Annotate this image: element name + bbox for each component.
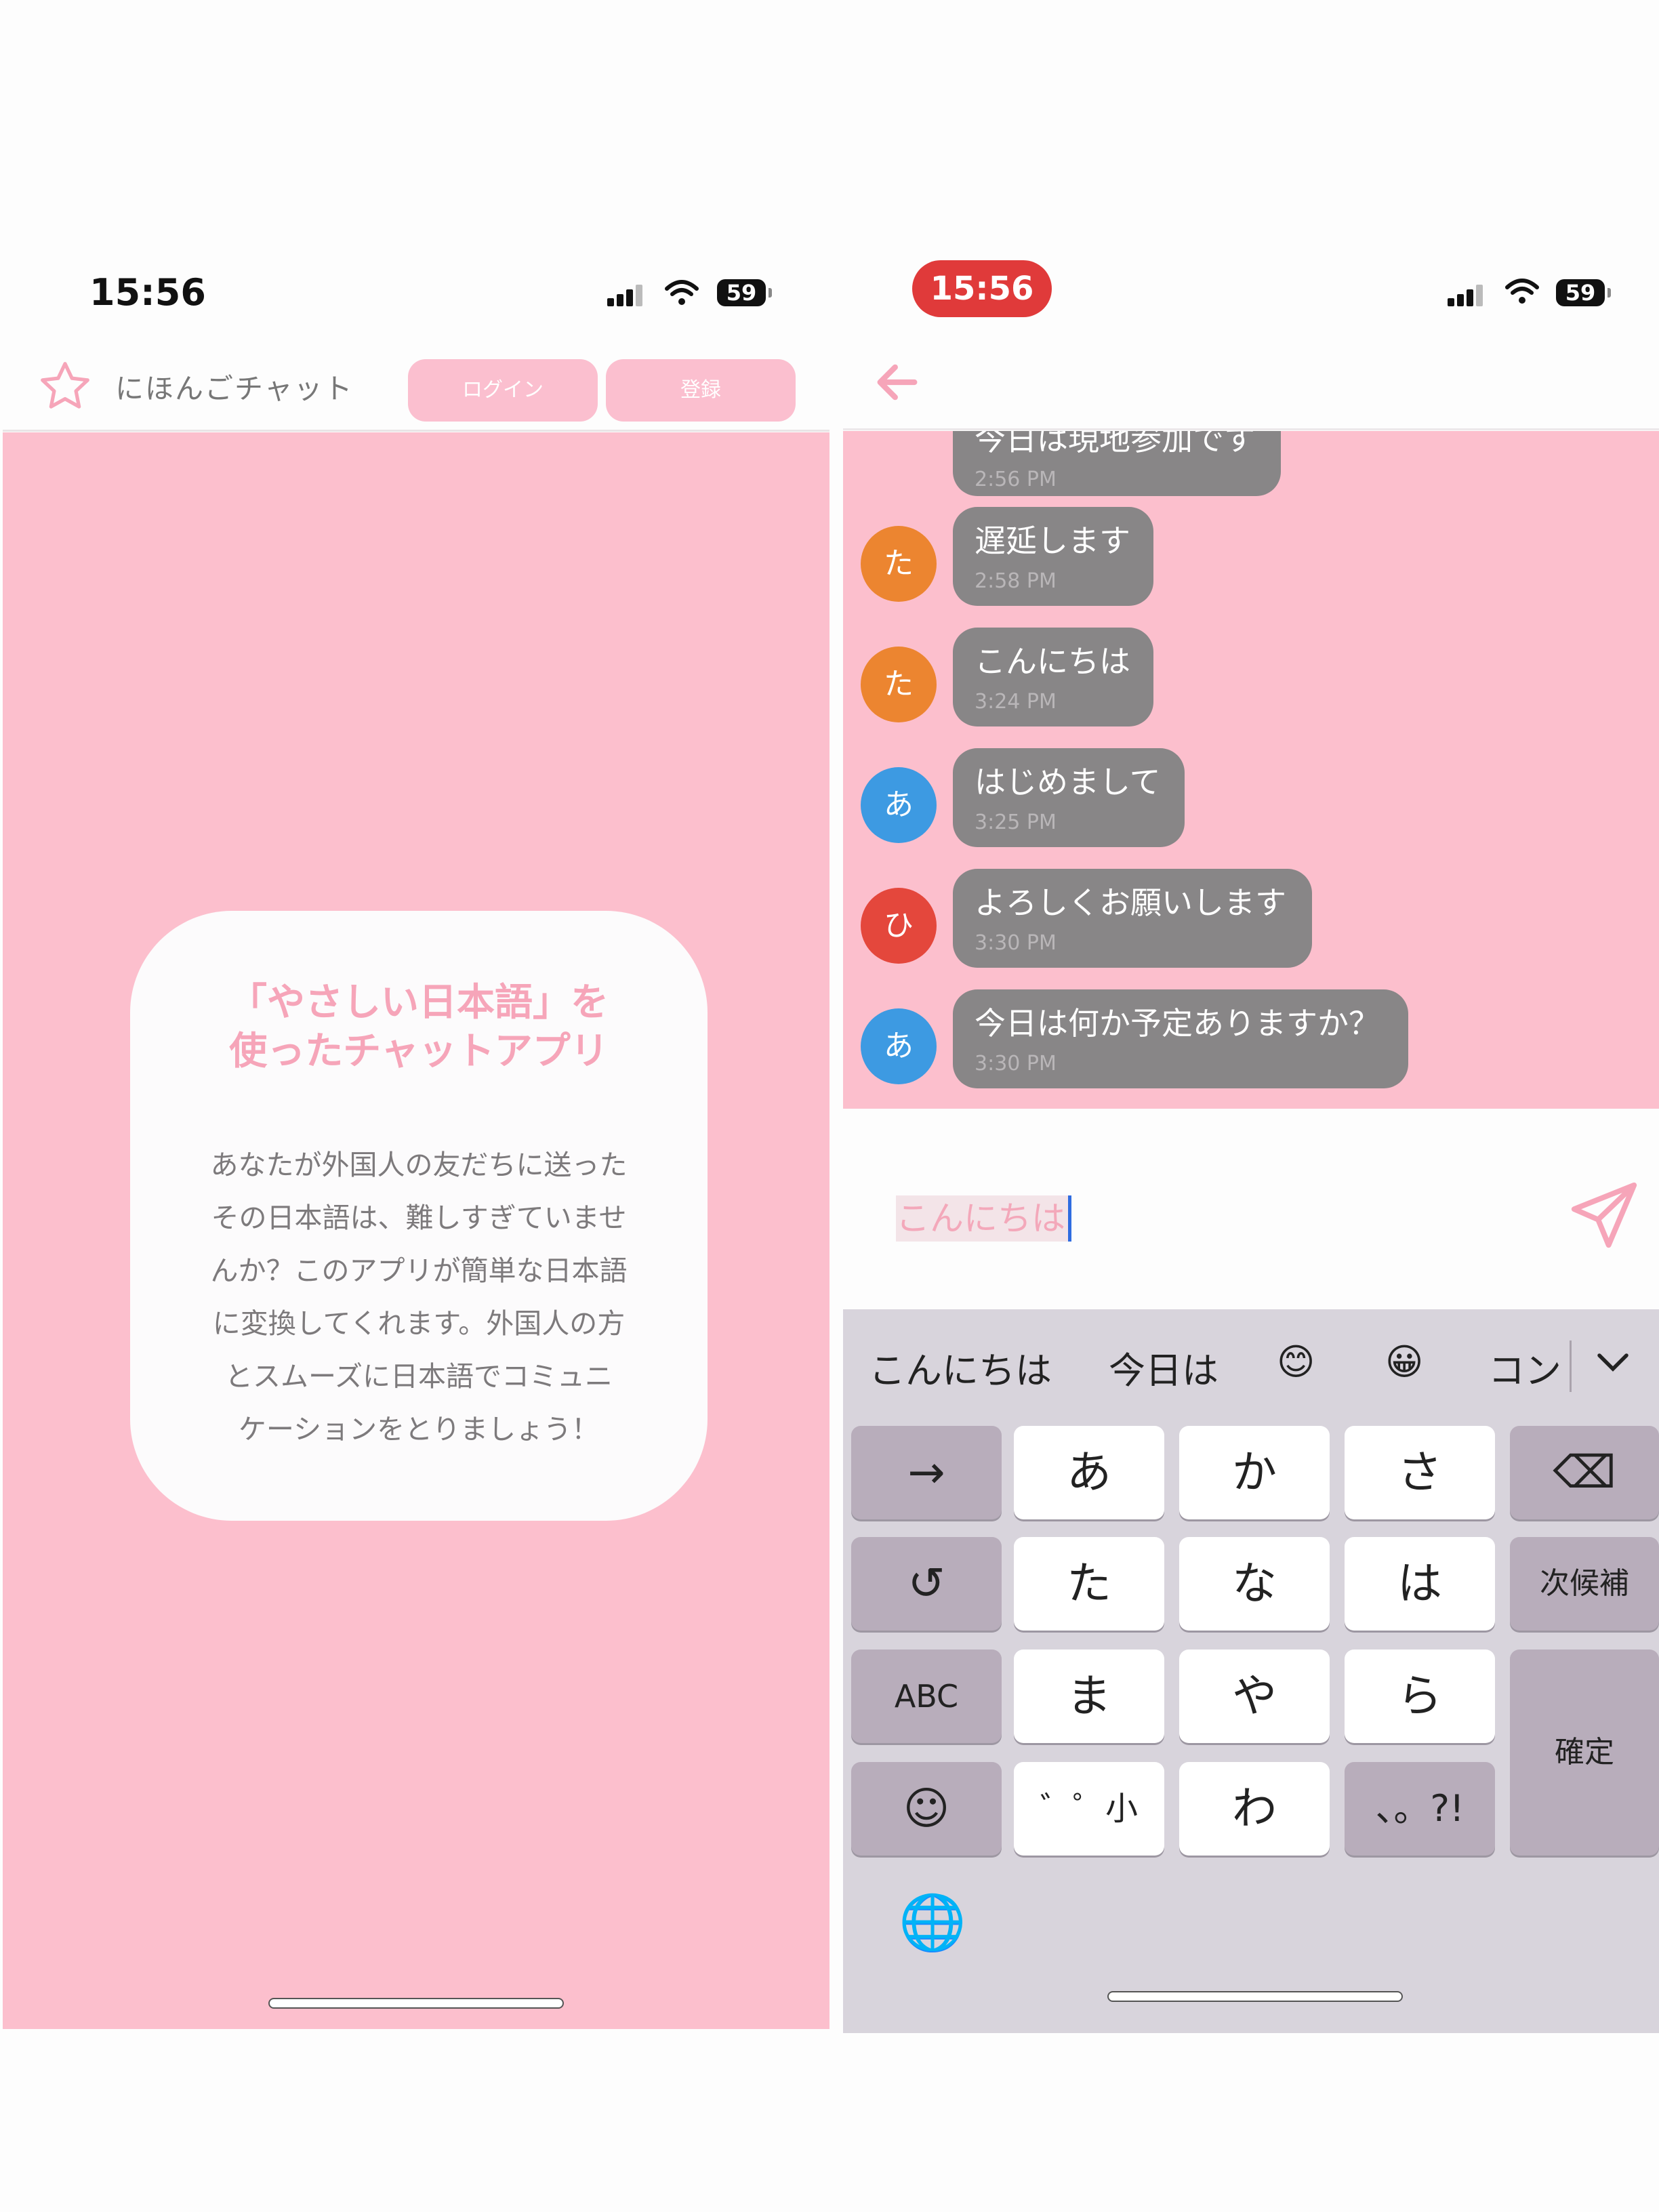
register-button[interactable]: 登録 — [606, 359, 796, 422]
kana-key[interactable]: や — [1179, 1650, 1330, 1743]
back-arrow-icon[interactable] — [872, 356, 923, 408]
dakuten-key[interactable]: ゛゜小 — [1014, 1762, 1164, 1856]
header-divider — [3, 430, 830, 432]
punctuation-key[interactable]: 、。?! — [1345, 1762, 1495, 1856]
message-text: 今日は何か予定ありますか？ — [975, 1005, 1380, 1042]
card-body-line: とスムーズに日本語でコミュニ — [225, 1360, 613, 1393]
kana-key[interactable]: た — [1014, 1537, 1164, 1631]
kana-key[interactable]: か — [1179, 1426, 1330, 1519]
message-time: 2:58 PM — [975, 569, 1057, 593]
card-body-line: んか？このアプリが簡単な日本語 — [210, 1254, 628, 1287]
avatar[interactable]: た — [861, 647, 937, 722]
login-button[interactable]: ログイン — [408, 359, 598, 422]
undo-key[interactable]: ↺ — [851, 1537, 1002, 1631]
suggestion-item[interactable]: 今日は — [1109, 1340, 1218, 1394]
card-title-line1: 「やさしい日本語」を — [229, 981, 609, 1025]
message-text: こんにちは — [975, 643, 1130, 680]
avatar[interactable]: ひ — [861, 888, 937, 964]
cellular-signal-icon — [607, 283, 648, 306]
star-icon[interactable] — [37, 358, 94, 415]
suggestion-bar: こんにちは 今日は 😊 😀 コン — [843, 1340, 1659, 1395]
card-body-line: あなたが外国人の友だちに送った — [210, 1149, 628, 1181]
battery-icon: 59 — [1556, 279, 1611, 306]
backspace-key[interactable]: ⌫ — [1510, 1426, 1659, 1519]
message-text: よろしくお願いします — [975, 884, 1286, 921]
message-bubble: よろしくお願いします 3:30 PM — [953, 869, 1312, 968]
message-time: 3:30 PM — [975, 931, 1057, 955]
cellular-signal-icon — [1448, 283, 1488, 306]
message-time: 3:24 PM — [975, 690, 1057, 714]
left-screen: 15:56 59 にほんごチャット ログイン 登録 「やさしい日本語」を 使った… — [0, 230, 830, 2033]
battery-icon: 59 — [717, 279, 772, 306]
home-indicator[interactable] — [268, 1998, 564, 2009]
message-time: 2:56 PM — [975, 468, 1057, 491]
wifi-icon — [665, 280, 699, 305]
arrow-key[interactable]: → — [851, 1426, 1002, 1519]
kana-key[interactable]: ま — [1014, 1650, 1164, 1743]
intro-card: 「やさしい日本語」を 使ったチャットアプリ あなたが外国人の友だちに送った その… — [130, 911, 708, 1521]
message-text: 遅延します — [975, 523, 1130, 559]
confirm-key[interactable]: 確定 — [1510, 1650, 1659, 1856]
card-body-line: ケーションをとりましょう！ — [238, 1413, 600, 1446]
avatar[interactable]: あ — [861, 767, 937, 843]
message-text: はじめまして — [975, 764, 1161, 800]
message-bubble: 今日は現地参加です 2:56 PM — [953, 431, 1281, 496]
home-indicator[interactable] — [1107, 1991, 1403, 2002]
wifi-icon — [1505, 279, 1539, 304]
suggestion-item[interactable]: コン — [1488, 1340, 1561, 1394]
message-bubble: はじめまして 3:25 PM — [953, 748, 1185, 847]
card-title-line2: 使ったチャットアプリ — [229, 1029, 609, 1073]
suggestion-item[interactable]: こんにちは — [869, 1340, 1052, 1394]
suggestion-item[interactable]: 😀 — [1385, 1340, 1423, 1383]
right-screen: 15:56 59 今日は現地参加です 2:56 PM た 遅延します 2:58 … — [843, 230, 1659, 2033]
suggestion-item[interactable]: 😊 — [1277, 1340, 1315, 1383]
header-divider — [843, 428, 1659, 430]
chevron-down-icon[interactable] — [1593, 1346, 1633, 1378]
kana-key[interactable]: ら — [1345, 1650, 1495, 1743]
app-title: にほんごチャット — [115, 372, 354, 405]
next-candidate-key[interactable]: 次候補 — [1510, 1537, 1659, 1631]
avatar[interactable]: た — [861, 526, 937, 602]
kana-key[interactable]: は — [1345, 1537, 1495, 1631]
emoji-key[interactable]: ☺ — [851, 1762, 1002, 1856]
kana-key[interactable]: さ — [1345, 1426, 1495, 1519]
abc-key[interactable]: ABC — [851, 1650, 1002, 1743]
status-time: 15:56 — [89, 271, 206, 314]
message-time: 3:25 PM — [975, 811, 1057, 834]
status-time[interactable]: 15:56 — [912, 260, 1052, 317]
card-body-line: に変換してくれます。外国人の方 — [212, 1307, 626, 1340]
keyboard: こんにちは 今日は 😊 😀 コン → あ か さ ⌫ ↺ た な は 次候補 A… — [843, 1309, 1659, 2033]
message-bubble: こんにちは 3:24 PM — [953, 628, 1153, 726]
message-input[interactable]: こんにちは — [896, 1195, 1071, 1242]
kana-key[interactable]: な — [1179, 1537, 1330, 1631]
kana-key[interactable]: あ — [1014, 1426, 1164, 1519]
globe-icon[interactable]: 🌐 — [899, 1891, 966, 1954]
send-icon[interactable] — [1568, 1179, 1640, 1251]
message-bubble: 遅延します 2:58 PM — [953, 507, 1153, 606]
message-bubble: 今日は何か予定ありますか？ 3:30 PM — [953, 989, 1408, 1088]
suggestion-divider — [1570, 1340, 1572, 1392]
kana-key[interactable]: わ — [1179, 1762, 1330, 1856]
card-description: あなたが外国人の友だちに送った その日本語は、難しすぎていませ んか？このアプリ… — [130, 1139, 708, 1456]
message-text: 今日は現地参加です — [975, 431, 1255, 457]
message-time: 3:30 PM — [975, 1052, 1057, 1076]
card-body-line: その日本語は、難しすぎていませ — [211, 1202, 627, 1234]
avatar[interactable]: あ — [861, 1008, 937, 1084]
chat-area[interactable]: 今日は現地参加です 2:56 PM た 遅延します 2:58 PM た こんにち… — [843, 431, 1659, 1109]
